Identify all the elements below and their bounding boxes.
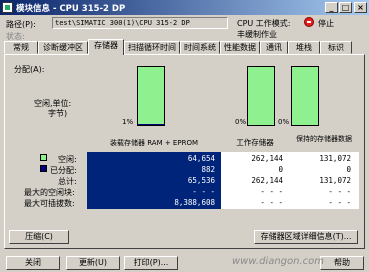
load-allocated-value: 882	[201, 165, 215, 174]
print-button[interactable]: 打印(P)...	[124, 256, 178, 270]
gauge-free-fill	[138, 67, 164, 124]
path-field: test\SIMATIC 300(1)\CPU 315-2 DP	[52, 17, 228, 29]
work-free-value: 262,144	[251, 154, 283, 163]
retentive-allocated-value: 0	[346, 165, 351, 174]
work-memory-gauge	[247, 66, 275, 126]
tab-time-system[interactable]: 时间系统	[180, 41, 220, 54]
tab-scan-cycle-time[interactable]: 扫描循环时间	[124, 41, 180, 54]
tab-stack[interactable]: 堆栈	[288, 41, 320, 54]
close-window-button[interactable]: ×	[354, 2, 367, 13]
tab-diagnostic-buffer[interactable]: 诊断缓冲区	[38, 41, 88, 54]
allocated-legend-swatch	[40, 165, 47, 172]
retentive-largest-free-value: - - -	[328, 187, 351, 196]
load-total-value: 65,536	[187, 176, 215, 185]
compress-button[interactable]: 压缩(C)	[9, 230, 69, 244]
memory-detail-button[interactable]: 存储器区域详细信息(T)...	[254, 230, 358, 244]
tab-identification[interactable]: 标识	[320, 41, 352, 54]
path-label: 路径(P):	[6, 20, 36, 29]
maximize-button[interactable]: □	[339, 2, 352, 13]
work-allocated-value: 0	[278, 165, 283, 174]
cpu-mode-value: 停止	[318, 19, 334, 28]
module-info-icon	[2, 2, 13, 13]
retentive-free-value: 131,072	[319, 154, 351, 163]
retentive-memory-percent: 0%	[278, 118, 290, 126]
minimize-button[interactable]: _	[325, 2, 338, 13]
tab-memory[interactable]: 存储器	[88, 39, 124, 55]
retentive-max-pluggable-value: - - -	[328, 198, 351, 207]
load-largest-free-value: - - -	[192, 187, 215, 196]
gauge-free-fill	[248, 67, 274, 125]
load-max-pluggable-value: 8,388,608	[174, 198, 215, 207]
load-free-value: 64,654	[187, 154, 215, 163]
col-header-work-memory: 工作存储器	[236, 138, 274, 147]
update-button[interactable]: 更新(U)	[66, 256, 120, 270]
row-label-total: 总计:	[58, 177, 77, 186]
cpu-mode-label: CPU 工作模式:	[237, 19, 291, 28]
title-bar: 模块信息 - CPU 315-2 DP _ □ ×	[0, 0, 369, 15]
work-largest-free-value: - - -	[260, 187, 283, 196]
window-title: 模块信息 - CPU 315-2 DP	[16, 4, 126, 14]
col-header-retentive-memory: 保持的存储器数据	[296, 135, 352, 143]
work-memory-percent: 0%	[235, 118, 247, 126]
tab-general[interactable]: 常规	[4, 41, 38, 54]
work-max-pluggable-value: - - -	[260, 198, 283, 207]
retentive-memory-gauge	[291, 66, 319, 126]
row-label-allocated: 已分配:	[50, 166, 77, 175]
load-memory-percent: 1%	[122, 118, 134, 126]
close-button[interactable]: 关闭	[6, 256, 60, 270]
row-label-max-pluggable: 最大可插拔数:	[24, 199, 75, 208]
help-button[interactable]: 帮助	[320, 256, 364, 270]
col-header-load-memory: 装载存储器 RAM + EPROM	[109, 139, 198, 147]
tab-performance-data[interactable]: 性能数据	[220, 41, 260, 54]
cpu-mode-sub: 丰缓制作业	[237, 30, 277, 39]
watermark-text: www.diangon.com	[232, 256, 325, 267]
row-label-free: 空闲:	[58, 155, 77, 164]
retentive-total-value: 131,072	[319, 176, 351, 185]
gauge-used-fill	[138, 124, 164, 125]
allocation-label: 分配(A):	[14, 65, 45, 74]
row-label-largest-free-block: 最大的空闲块:	[24, 188, 75, 197]
gauge-free-fill	[292, 67, 318, 125]
load-memory-gauge	[137, 66, 165, 126]
free-unit-label-2: 字节)	[48, 109, 68, 118]
stop-icon	[304, 17, 314, 27]
tab-communication[interactable]: 通讯	[260, 41, 288, 54]
free-legend-swatch	[40, 154, 47, 161]
work-total-value: 262,144	[251, 176, 283, 185]
